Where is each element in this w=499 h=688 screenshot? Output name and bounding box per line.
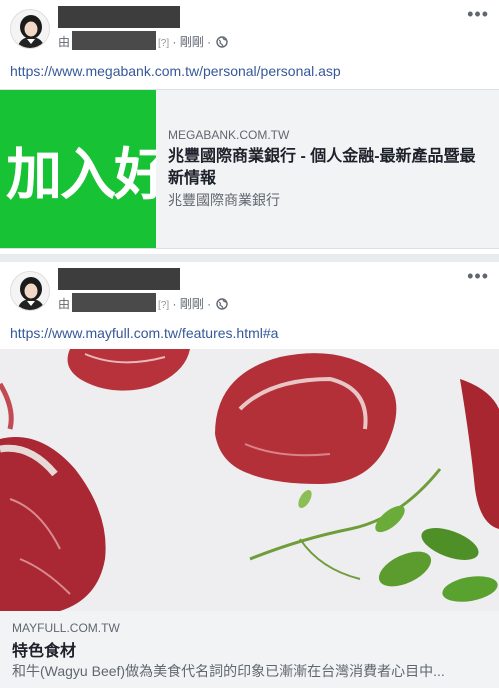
link-preview-card[interactable]: MAYFULL.COM.TW 特色食材 和牛(Wagyu Beef)做為美食代名… [0,611,499,688]
post-meta: [?] · 剛剛 · [158,33,229,50]
post-meta: [?] · 剛剛 · [158,295,229,312]
link-preview-card[interactable]: 加入好 MEGABANK.COM.TW 兆豐國際商業銀行 - 個人金融-最新產品… [0,89,499,249]
by-label: 由 [58,297,71,311]
globe-icon[interactable] [216,298,229,310]
post-link[interactable]: https://www.mayfull.com.tw/features.html… [10,325,278,341]
link-domain: MAYFULL.COM.TW [12,621,120,635]
image-text: 加入好 [6,143,156,208]
link-preview-image[interactable] [0,349,499,611]
raw-beef-photo [0,349,499,611]
avatar[interactable] [10,9,50,49]
redacted-author-name [58,6,180,28]
link-description: 和牛(Wagyu Beef)做為美食代名詞的印象已漸漸在台灣消費者心目中... [12,663,445,679]
more-options-icon[interactable]: ••• [467,4,489,25]
link-description: 兆豐國際商業銀行 [168,192,280,208]
by-label: 由 [58,35,71,49]
more-options-icon[interactable]: ••• [467,266,489,287]
unknown-marker: [?] [158,38,170,49]
timestamp[interactable]: · 剛剛 · [172,35,211,49]
link-domain: MEGABANK.COM.TW [168,128,290,142]
redacted-source-name [72,293,156,312]
feed-post: 由 [?] · 剛剛 · ••• https://www.mayfull.com… [0,262,499,688]
redacted-author-name [58,268,180,290]
unknown-marker: [?] [158,300,170,311]
globe-icon[interactable] [216,36,229,48]
link-preview-image: 加入好 [0,90,156,248]
feed-post: 由 [?] · 剛剛 · ••• https://www.megabank.co… [0,0,499,254]
timestamp[interactable]: · 剛剛 · [172,297,211,311]
avatar-image [11,10,49,48]
post-link[interactable]: https://www.megabank.com.tw/personal/per… [10,63,341,79]
link-title: 特色食材 [12,643,77,660]
avatar-image [11,272,49,310]
redacted-source-name [72,31,156,50]
link-title: 兆豐國際商業銀行 - 個人金融-最新產品暨最新情報 [168,148,476,187]
avatar[interactable] [10,271,50,311]
